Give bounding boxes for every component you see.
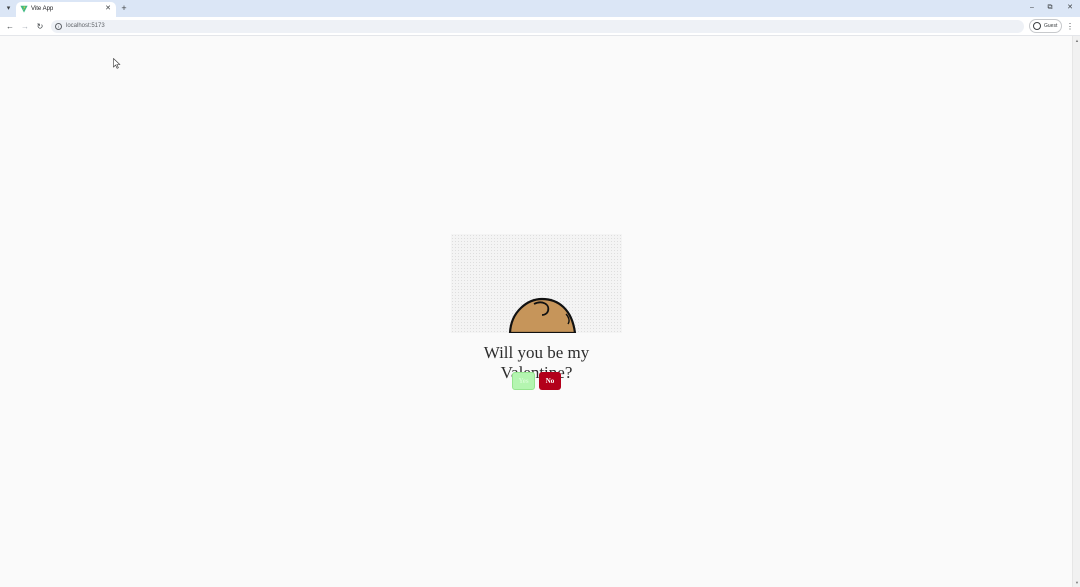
tab-search-button[interactable]: ▾ bbox=[3, 3, 14, 14]
page-viewport: Will you be my Valentine? Yes No bbox=[0, 36, 1072, 587]
vite-icon bbox=[20, 5, 28, 13]
tab-strip: ▾ Vite App ✕ + – ⧉ ✕ bbox=[0, 0, 1080, 17]
browser-toolbar: ← → ↻ i localhost:5173 Guest ⋮ bbox=[0, 17, 1080, 36]
mouse-pointer-icon bbox=[113, 58, 121, 69]
tab-title: Vite App bbox=[31, 6, 54, 12]
bear-head-image bbox=[508, 297, 577, 333]
reload-icon[interactable]: ↻ bbox=[35, 21, 45, 32]
profile-button[interactable]: Guest bbox=[1029, 19, 1062, 33]
new-tab-button[interactable]: + bbox=[119, 2, 129, 14]
scroll-up-icon[interactable]: ▲ bbox=[1074, 38, 1080, 43]
yes-button[interactable]: Yes bbox=[512, 372, 535, 390]
kebab-menu-icon[interactable]: ⋮ bbox=[1066, 20, 1074, 33]
tab-vite-app[interactable]: Vite App ✕ bbox=[16, 2, 116, 17]
person-icon bbox=[1033, 22, 1041, 30]
forward-arrow-icon[interactable]: → bbox=[20, 21, 30, 32]
tab-close-icon[interactable]: ✕ bbox=[105, 4, 111, 14]
window-minimize-button[interactable]: – bbox=[1025, 2, 1039, 14]
window-restore-button[interactable]: ⧉ bbox=[1043, 2, 1057, 14]
no-button[interactable]: No bbox=[539, 372, 561, 390]
back-arrow-icon[interactable]: ← bbox=[5, 21, 15, 32]
window-close-button[interactable]: ✕ bbox=[1063, 2, 1077, 14]
profile-label: Guest bbox=[1044, 23, 1058, 29]
site-info-icon[interactable]: i bbox=[55, 23, 62, 30]
url-text[interactable]: localhost:5173 bbox=[66, 21, 105, 32]
address-bar[interactable]: i localhost:5173 bbox=[51, 20, 1024, 33]
valentine-question: Will you be my Valentine? bbox=[483, 343, 590, 382]
scroll-down-icon[interactable]: ▼ bbox=[1074, 580, 1080, 585]
page-scrollbar[interactable]: ▲ ▼ bbox=[1072, 36, 1080, 587]
valentine-card: Will you be my Valentine? Yes No bbox=[451, 234, 622, 394]
bear-gif bbox=[451, 234, 622, 333]
